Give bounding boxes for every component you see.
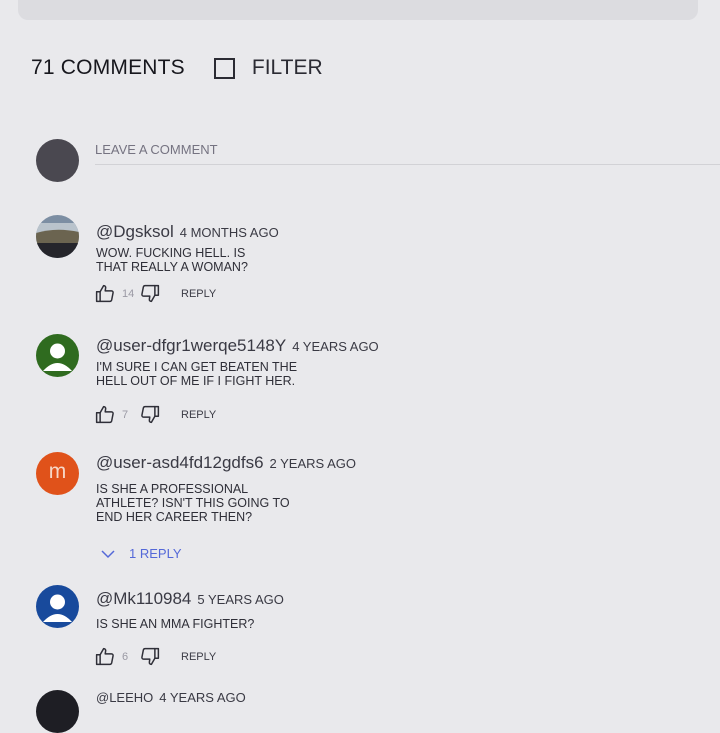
filter-label[interactable]: FILTER: [252, 56, 323, 80]
comment-actions: 7 REPLY: [94, 404, 216, 425]
author-name[interactable]: @LEEHO: [96, 690, 153, 705]
comment-actions: 6 REPLY: [94, 646, 216, 667]
comment-time: 4 YEARS AGO: [292, 339, 379, 354]
current-user-avatar: [36, 139, 79, 182]
filter-checkbox[interactable]: [213, 57, 235, 79]
user-silhouette-icon: [43, 343, 72, 371]
avatar[interactable]: [36, 334, 79, 377]
reply-button[interactable]: REPLY: [181, 651, 216, 663]
replies-label[interactable]: 1 REPLY: [129, 546, 182, 561]
thumbs-up-icon[interactable]: [94, 283, 115, 304]
chevron-down-icon: [100, 549, 116, 559]
author-name[interactable]: @user-asd4fd12gdfs6: [96, 453, 264, 472]
view-replies-button[interactable]: 1 REPLY: [100, 546, 182, 561]
comment-author[interactable]: @user-asd4fd12gdfs6 2 YEARS AGO: [96, 453, 356, 473]
thumbs-up-icon[interactable]: [94, 404, 115, 425]
comment-author[interactable]: @LEEHO 4 YEARS AGO: [96, 690, 246, 705]
comment-input[interactable]: LEAVE A COMMENT: [95, 142, 218, 157]
like-count: 6: [122, 650, 129, 663]
landscape-avatar-image: [36, 215, 79, 258]
avatar[interactable]: [36, 690, 79, 733]
like-count: 7: [122, 408, 129, 421]
comment-actions: 14 REPLY: [94, 283, 216, 304]
reply-button[interactable]: REPLY: [181, 409, 216, 421]
comment-time: 2 YEARS AGO: [269, 456, 356, 471]
previous-card: [18, 0, 698, 20]
comment-author[interactable]: @Mk110984 5 YEARS AGO: [96, 589, 284, 609]
thumbs-down-icon[interactable]: [140, 283, 161, 304]
thumbs-up-icon[interactable]: [94, 646, 115, 667]
comment-time: 4 MONTHS AGO: [179, 225, 279, 240]
author-name[interactable]: @Mk110984: [96, 589, 191, 608]
comment-author[interactable]: @user-dfgr1werqe5148Y 4 YEARS AGO: [96, 336, 379, 356]
comment-time: 5 YEARS AGO: [197, 592, 284, 607]
user-silhouette-icon: [43, 594, 72, 622]
comment-text: I'M SURE I CAN GET BEATEN THE HELL OUT O…: [96, 360, 298, 388]
author-name[interactable]: @Dgsksol: [96, 222, 174, 241]
author-name[interactable]: @user-dfgr1werqe5148Y: [96, 336, 286, 355]
like-count: 14: [122, 287, 135, 300]
reply-button[interactable]: REPLY: [181, 288, 216, 300]
avatar[interactable]: [36, 215, 79, 258]
comment-text: IS SHE AN MMA FIGHTER?: [96, 617, 255, 631]
avatar[interactable]: m: [36, 452, 79, 495]
comment-count: 71 COMMENTS: [31, 56, 185, 79]
comment-author[interactable]: @Dgsksol 4 MONTHS AGO: [96, 222, 279, 242]
comments-header: 71 COMMENTS FILTER: [31, 56, 323, 80]
avatar[interactable]: [36, 585, 79, 628]
comment-input-underline: [95, 164, 720, 165]
comment-time: 4 YEARS AGO: [159, 690, 246, 705]
thumbs-down-icon[interactable]: [140, 404, 161, 425]
avatar-letter: m: [48, 460, 67, 483]
comment-text: IS SHE A PROFESSIONAL ATHLETE? ISN'T THI…: [96, 482, 290, 524]
comment-text: WOW. FUCKING HELL. IS THAT REALLY A WOMA…: [96, 246, 248, 274]
thumbs-down-icon[interactable]: [140, 646, 161, 667]
